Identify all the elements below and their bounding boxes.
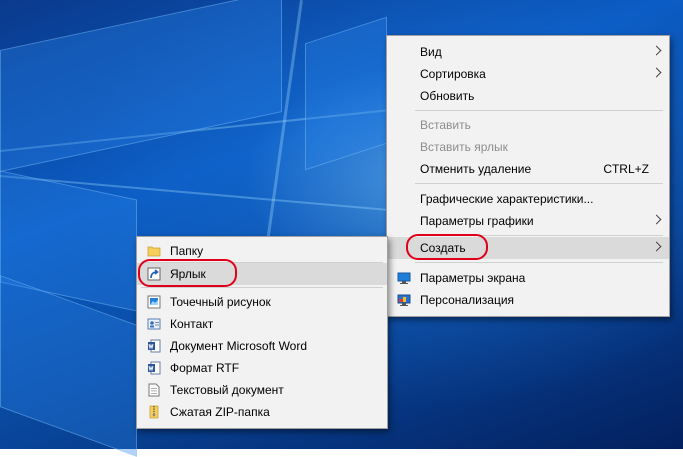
menu-item-label: Параметры графики	[420, 214, 534, 228]
menu-item-label: Вид	[420, 45, 442, 59]
contact-icon	[147, 318, 161, 330]
menu-item-label: Графические характеристики...	[420, 192, 594, 206]
menu-item-graphics-options[interactable]: Параметры графики	[387, 210, 669, 232]
menu-item-personalize[interactable]: Персонализация	[387, 289, 669, 311]
submenu-item-text-document[interactable]: Текстовый документ	[137, 379, 387, 401]
menu-item-undo-delete[interactable]: Отменить удаление CTRL+Z	[387, 158, 669, 180]
menu-item-graphics-properties[interactable]: Графические характеристики...	[387, 188, 669, 210]
display-settings-icon	[397, 272, 411, 284]
submenu-item-rtf[interactable]: Формат RTF	[137, 357, 387, 379]
menu-item-label: Параметры экрана	[420, 271, 526, 285]
chevron-right-icon	[651, 214, 662, 225]
submenu-item-label: Документ Microsoft Word	[170, 339, 308, 353]
menu-item-label: Сортировка	[420, 67, 486, 81]
menu-item-paste: Вставить	[387, 114, 669, 136]
submenu-item-bitmap[interactable]: Точечный рисунок	[137, 291, 387, 313]
submenu-item-label: Формат RTF	[170, 361, 240, 375]
submenu-item-label: Точечный рисунок	[170, 295, 271, 309]
bitmap-icon	[147, 295, 161, 309]
menu-item-label: Персонализация	[420, 293, 515, 307]
menu-item-label: Вставить	[420, 118, 471, 132]
menu-item-sort[interactable]: Сортировка	[387, 63, 669, 85]
menu-item-paste-shortcut: Вставить ярлык	[387, 136, 669, 158]
menu-item-label: Отменить удаление	[420, 162, 532, 176]
chevron-right-icon	[651, 45, 662, 56]
menu-item-refresh[interactable]: Обновить	[387, 85, 669, 107]
zip-folder-icon	[149, 405, 159, 419]
menu-item-display-settings[interactable]: Параметры экрана	[387, 267, 669, 289]
menu-separator	[415, 110, 663, 111]
submenu-item-contact[interactable]: Контакт	[137, 313, 387, 335]
menu-separator	[415, 262, 663, 263]
desktop-context-menu: Вид Сортировка Обновить Вставить Вставит…	[386, 35, 670, 317]
folder-icon	[147, 246, 161, 257]
submenu-item-zip-folder[interactable]: Сжатая ZIP-папка	[137, 401, 387, 423]
menu-separator	[141, 287, 383, 288]
menu-separator	[415, 183, 663, 184]
wallpaper-window-pane	[0, 0, 282, 172]
highlight-ring-create	[406, 234, 488, 260]
menu-item-label: Обновить	[420, 89, 475, 103]
menu-item-label: Вставить ярлык	[420, 140, 508, 154]
submenu-item-label: Текстовый документ	[170, 383, 284, 397]
chevron-right-icon	[651, 241, 662, 252]
rtf-document-icon	[148, 361, 161, 375]
chevron-right-icon	[651, 67, 662, 78]
personalize-icon	[397, 294, 411, 306]
menu-item-view[interactable]: Вид	[387, 41, 669, 63]
wallpaper-window-pane	[305, 16, 387, 171]
submenu-item-label: Контакт	[170, 317, 214, 331]
submenu-item-word-document[interactable]: Документ Microsoft Word	[137, 335, 387, 357]
keyboard-shortcut: CTRL+Z	[603, 162, 649, 176]
submenu-item-label: Сжатая ZIP-папка	[170, 405, 270, 419]
word-document-icon	[148, 339, 161, 353]
highlight-ring-shortcut	[138, 259, 237, 287]
text-document-icon	[148, 383, 160, 397]
